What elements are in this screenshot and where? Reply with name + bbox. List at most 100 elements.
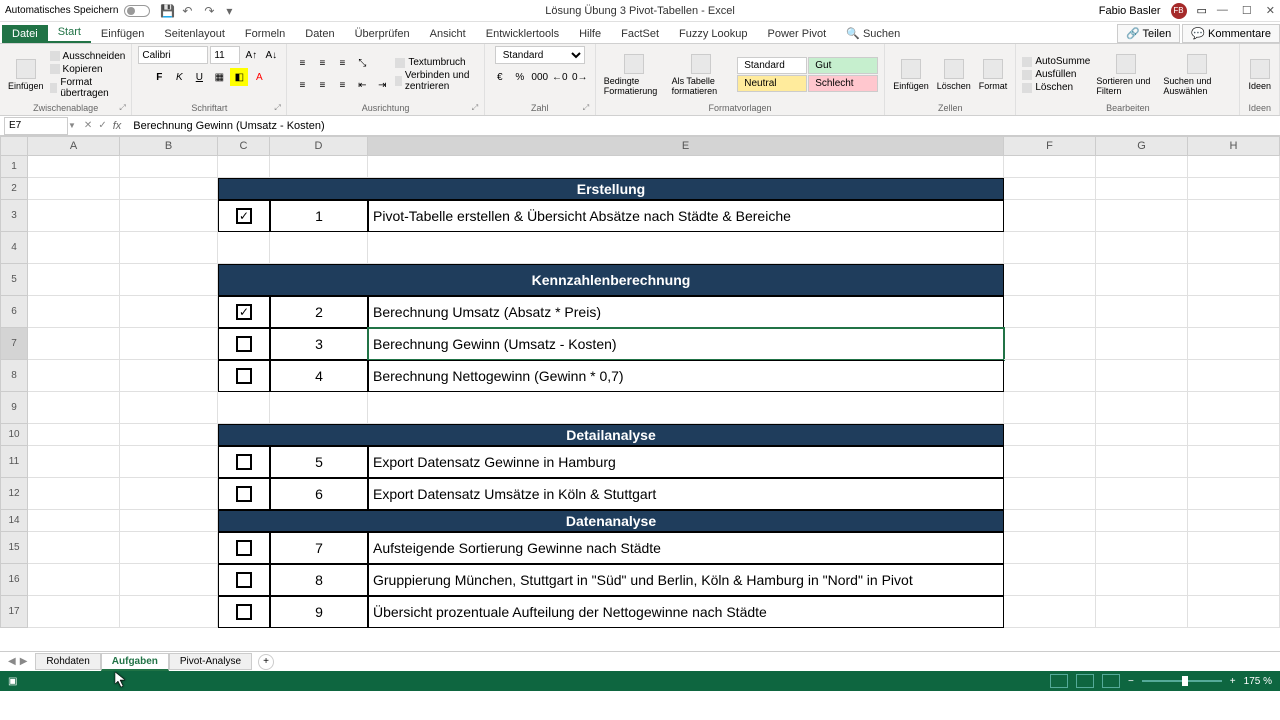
row-header[interactable]: 9 [0,392,28,424]
row-header[interactable]: 15 [0,532,28,564]
ribbon-display-icon[interactable]: ▭ [1197,4,1207,17]
indent-inc-icon[interactable]: ⇥ [373,77,391,95]
tab-view[interactable]: Ansicht [420,25,476,43]
italic-button[interactable]: K [170,68,188,86]
bold-button[interactable]: F [150,68,168,86]
dialog-launcher-icon[interactable]: ⤢ [583,103,593,113]
avatar[interactable]: FB [1171,3,1187,19]
underline-button[interactable]: U [190,68,208,86]
share-button[interactable]: 🔗 Teilen [1117,24,1180,43]
text-cell[interactable]: Berechnung Nettogewinn (Gewinn * 0,7) [368,360,1004,392]
col-header[interactable]: F [1004,136,1096,156]
row-header[interactable]: 2 [0,178,28,200]
number-cell[interactable]: 6 [270,478,368,510]
sheet-tab[interactable]: Rohdaten [35,653,100,670]
format-cells-button[interactable]: Format [977,57,1010,93]
decimal-inc-icon[interactable]: ←0 [551,68,569,86]
text-cell[interactable]: Berechnung Gewinn (Umsatz - Kosten) [368,328,1004,360]
text-cell[interactable]: Aufsteigende Sortierung Gewinne nach Stä… [368,532,1004,564]
tab-layout[interactable]: Seitenlayout [154,25,235,43]
align-right-icon[interactable]: ≡ [333,77,351,95]
add-sheet-button[interactable]: + [258,654,274,670]
col-header[interactable]: A [28,136,120,156]
number-cell[interactable]: 3 [270,328,368,360]
align-top-icon[interactable]: ≡ [293,55,311,73]
section-header[interactable]: Kennzahlenberechnung [218,264,1004,296]
section-header[interactable]: Detailanalyse [218,424,1004,446]
row-header[interactable]: 7 [0,328,28,360]
font-shrink-icon[interactable]: A↓ [262,46,280,64]
tab-developer[interactable]: Entwicklertools [476,25,569,43]
cancel-formula-icon[interactable]: ✕ [84,120,92,132]
checkbox-cell[interactable] [218,360,270,392]
qat-dropdown-icon[interactable]: ▾ [226,4,240,18]
tab-powerpivot[interactable]: Power Pivot [758,25,837,43]
checkbox-cell[interactable]: ✓ [218,296,270,328]
number-cell[interactable]: 8 [270,564,368,596]
row-header[interactable]: 17 [0,596,28,628]
save-icon[interactable]: 💾 [160,4,174,18]
clear-button[interactable]: Löschen [1022,82,1090,93]
col-header[interactable]: E [368,136,1004,156]
checkbox-cell[interactable] [218,328,270,360]
text-cell[interactable]: Export Datensatz Umsätze in Köln & Stutt… [368,478,1004,510]
fx-icon[interactable]: fx [113,120,122,132]
tab-fuzzy[interactable]: Fuzzy Lookup [669,25,757,43]
checkbox-cell[interactable] [218,446,270,478]
row-header[interactable]: 4 [0,232,28,264]
align-bot-icon[interactable]: ≡ [333,55,351,73]
checkbox-cell[interactable] [218,564,270,596]
formula-input[interactable]: Berechnung Gewinn (Umsatz - Kosten) [129,120,1280,132]
insert-cells-button[interactable]: Einfügen [891,57,931,93]
view-pagelayout-icon[interactable] [1076,674,1094,688]
undo-icon[interactable]: ↶ [182,4,196,18]
find-button[interactable]: Suchen und Auswählen [1161,52,1233,98]
copy-button[interactable]: Kopieren [50,64,126,75]
font-name-select[interactable] [138,46,208,64]
cut-button[interactable]: Ausschneiden [50,51,126,62]
row-header[interactable]: 16 [0,564,28,596]
select-all-button[interactable] [0,136,28,156]
checkbox-cell[interactable]: ✓ [218,200,270,232]
merge-button[interactable]: Verbinden und zentrieren [395,70,477,92]
row-header[interactable]: 5 [0,264,28,296]
row-header[interactable]: 11 [0,446,28,478]
tab-review[interactable]: Überprüfen [345,25,420,43]
currency-icon[interactable]: € [491,68,509,86]
align-left-icon[interactable]: ≡ [293,77,311,95]
dialog-launcher-icon[interactable]: ⤢ [274,103,284,113]
maximize-icon[interactable]: ☐ [1242,4,1252,17]
zoom-out-icon[interactable]: − [1128,676,1134,687]
row-header[interactable]: 6 [0,296,28,328]
tab-data[interactable]: Daten [295,25,344,43]
percent-icon[interactable]: % [511,68,529,86]
tab-start[interactable]: Start [48,23,91,43]
section-header[interactable]: Erstellung [218,178,1004,200]
toggle-switch[interactable] [124,5,150,17]
align-mid-icon[interactable]: ≡ [313,55,331,73]
style-schlecht[interactable]: Schlecht [808,75,878,92]
autosum-button[interactable]: AutoSumme [1022,56,1090,67]
name-box[interactable]: E7 [4,117,68,135]
format-table-button[interactable]: Als Tabelle formatieren [670,52,734,98]
tab-insert[interactable]: Einfügen [91,25,154,43]
row-header[interactable]: 8 [0,360,28,392]
close-icon[interactable]: ✕ [1266,4,1275,17]
comments-button[interactable]: 💬 Kommentare [1182,24,1280,43]
sheet-next-icon[interactable]: ▶ [20,656,28,667]
comma-icon[interactable]: 000 [531,68,549,86]
tab-factset[interactable]: FactSet [611,25,669,43]
row-header[interactable]: 12 [0,478,28,510]
number-cell[interactable]: 2 [270,296,368,328]
fill-button[interactable]: Ausfüllen [1022,69,1090,80]
format-painter-button[interactable]: Format übertragen [50,77,126,99]
ideas-button[interactable]: Ideen [1246,57,1273,93]
sheet-tab[interactable]: Aufgaben [101,653,169,671]
align-center-icon[interactable]: ≡ [313,77,331,95]
row-header[interactable]: 10 [0,424,28,446]
tab-help[interactable]: Hilfe [569,25,611,43]
style-neutral[interactable]: Neutral [737,75,807,92]
row-header[interactable]: 3 [0,200,28,232]
dialog-launcher-icon[interactable]: ⤢ [119,103,129,113]
col-header[interactable]: G [1096,136,1188,156]
